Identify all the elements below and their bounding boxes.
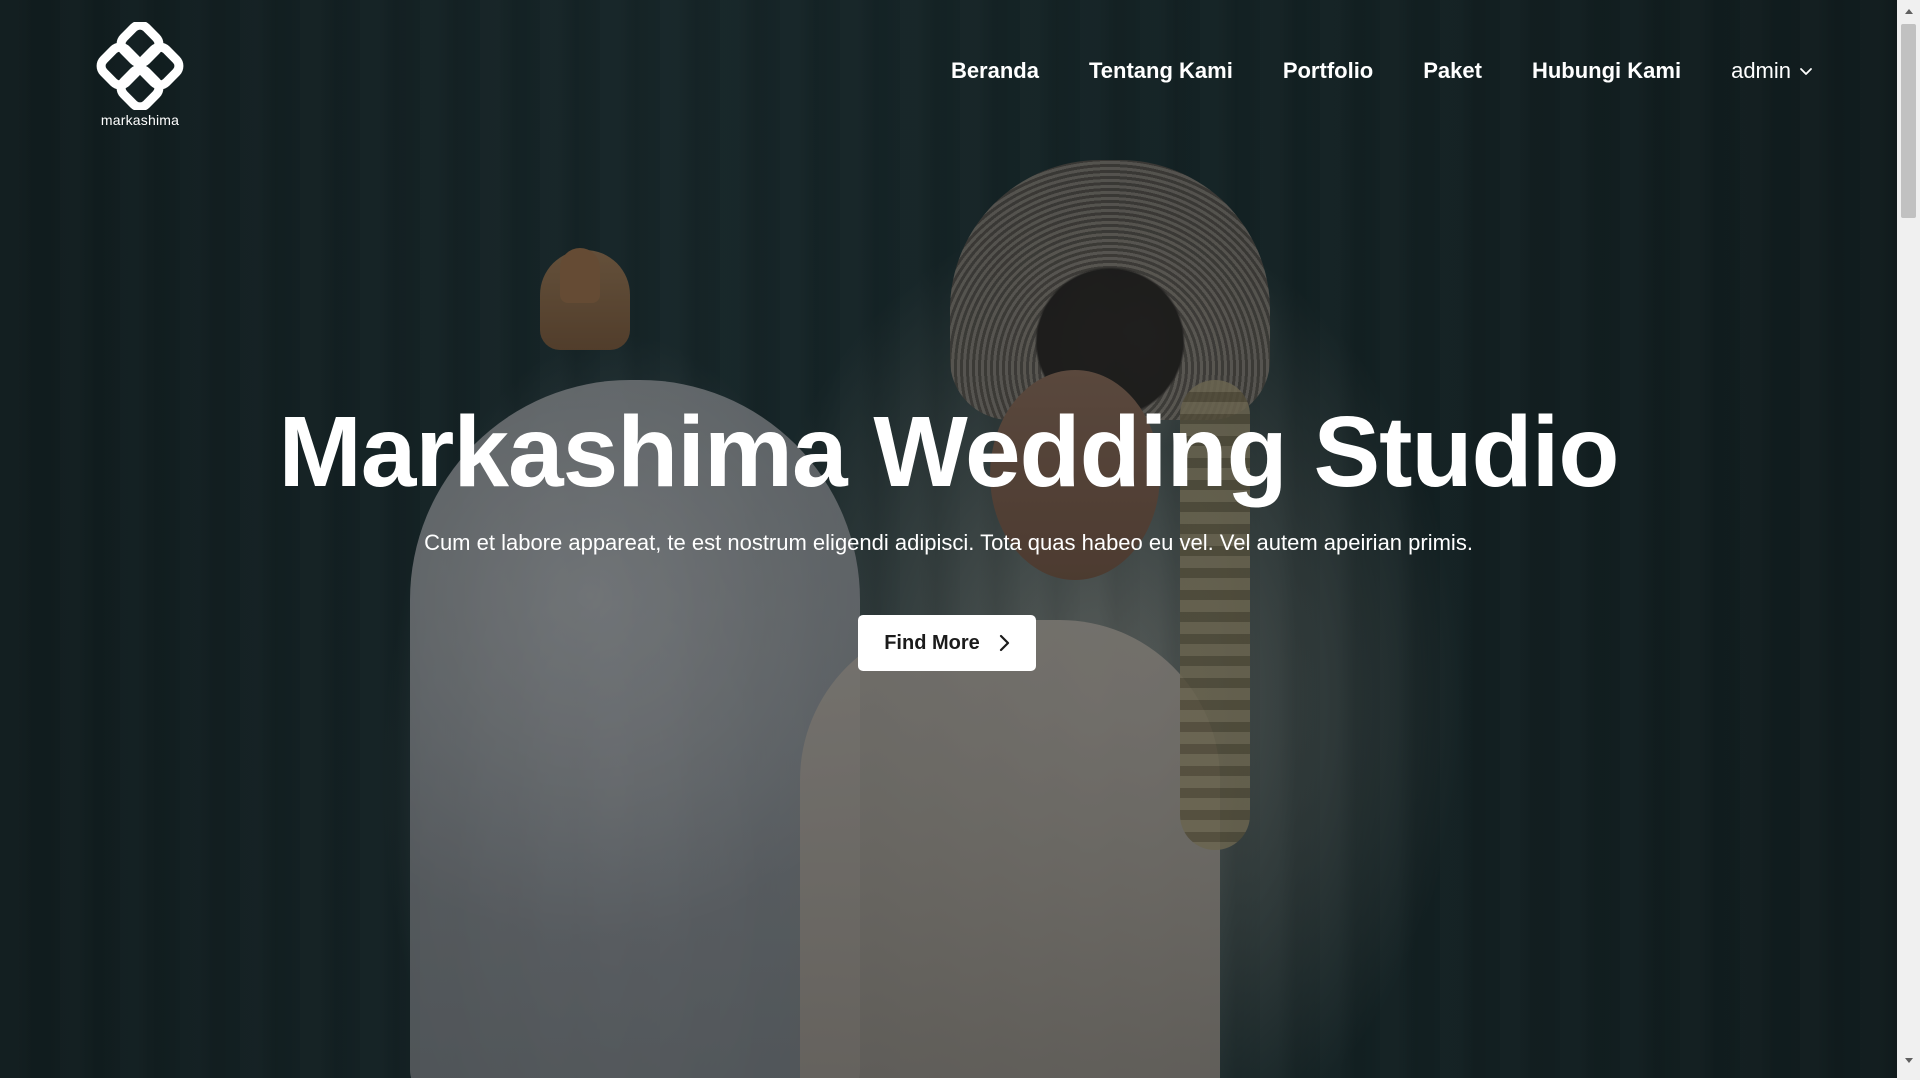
- scroll-down-arrow-icon[interactable]: [1897, 1052, 1920, 1070]
- find-more-label: Find More: [884, 631, 980, 654]
- hero-subtitle: Cum et labore appareat, te est nostrum e…: [424, 530, 1473, 555]
- chevron-right-icon: [999, 634, 1009, 652]
- nav-hubungi-kami[interactable]: Hubungi Kami: [1532, 58, 1681, 84]
- find-more-button[interactable]: Find More: [858, 615, 1036, 671]
- user-menu-dropdown[interactable]: admin: [1731, 58, 1813, 84]
- hero-title: Markashima Wedding Studio: [278, 396, 1620, 508]
- page-scrollbar[interactable]: [1897, 0, 1920, 1080]
- nav-tentang-kami[interactable]: Tentang Kami: [1089, 58, 1233, 84]
- site-header: markashima Beranda Tentang Kami Portfoli…: [0, 0, 1897, 150]
- chevron-down-icon: [1800, 68, 1812, 75]
- user-menu-label: admin: [1731, 58, 1791, 83]
- main-navigation: Beranda Tentang Kami Portfolio Paket Hub…: [951, 58, 1813, 84]
- brand-name: markashima: [100, 112, 180, 128]
- scroll-up-arrow-icon[interactable]: [1897, 2, 1920, 20]
- nav-paket[interactable]: Paket: [1423, 58, 1482, 84]
- nav-portfolio[interactable]: Portfolio: [1283, 58, 1373, 84]
- brand-logo[interactable]: markashima: [94, 22, 186, 130]
- nav-beranda[interactable]: Beranda: [951, 58, 1039, 84]
- logo-icon: [96, 22, 184, 110]
- page-viewport: markashima Beranda Tentang Kami Portfoli…: [0, 0, 1897, 1080]
- scrollbar-thumb[interactable]: [1901, 24, 1916, 218]
